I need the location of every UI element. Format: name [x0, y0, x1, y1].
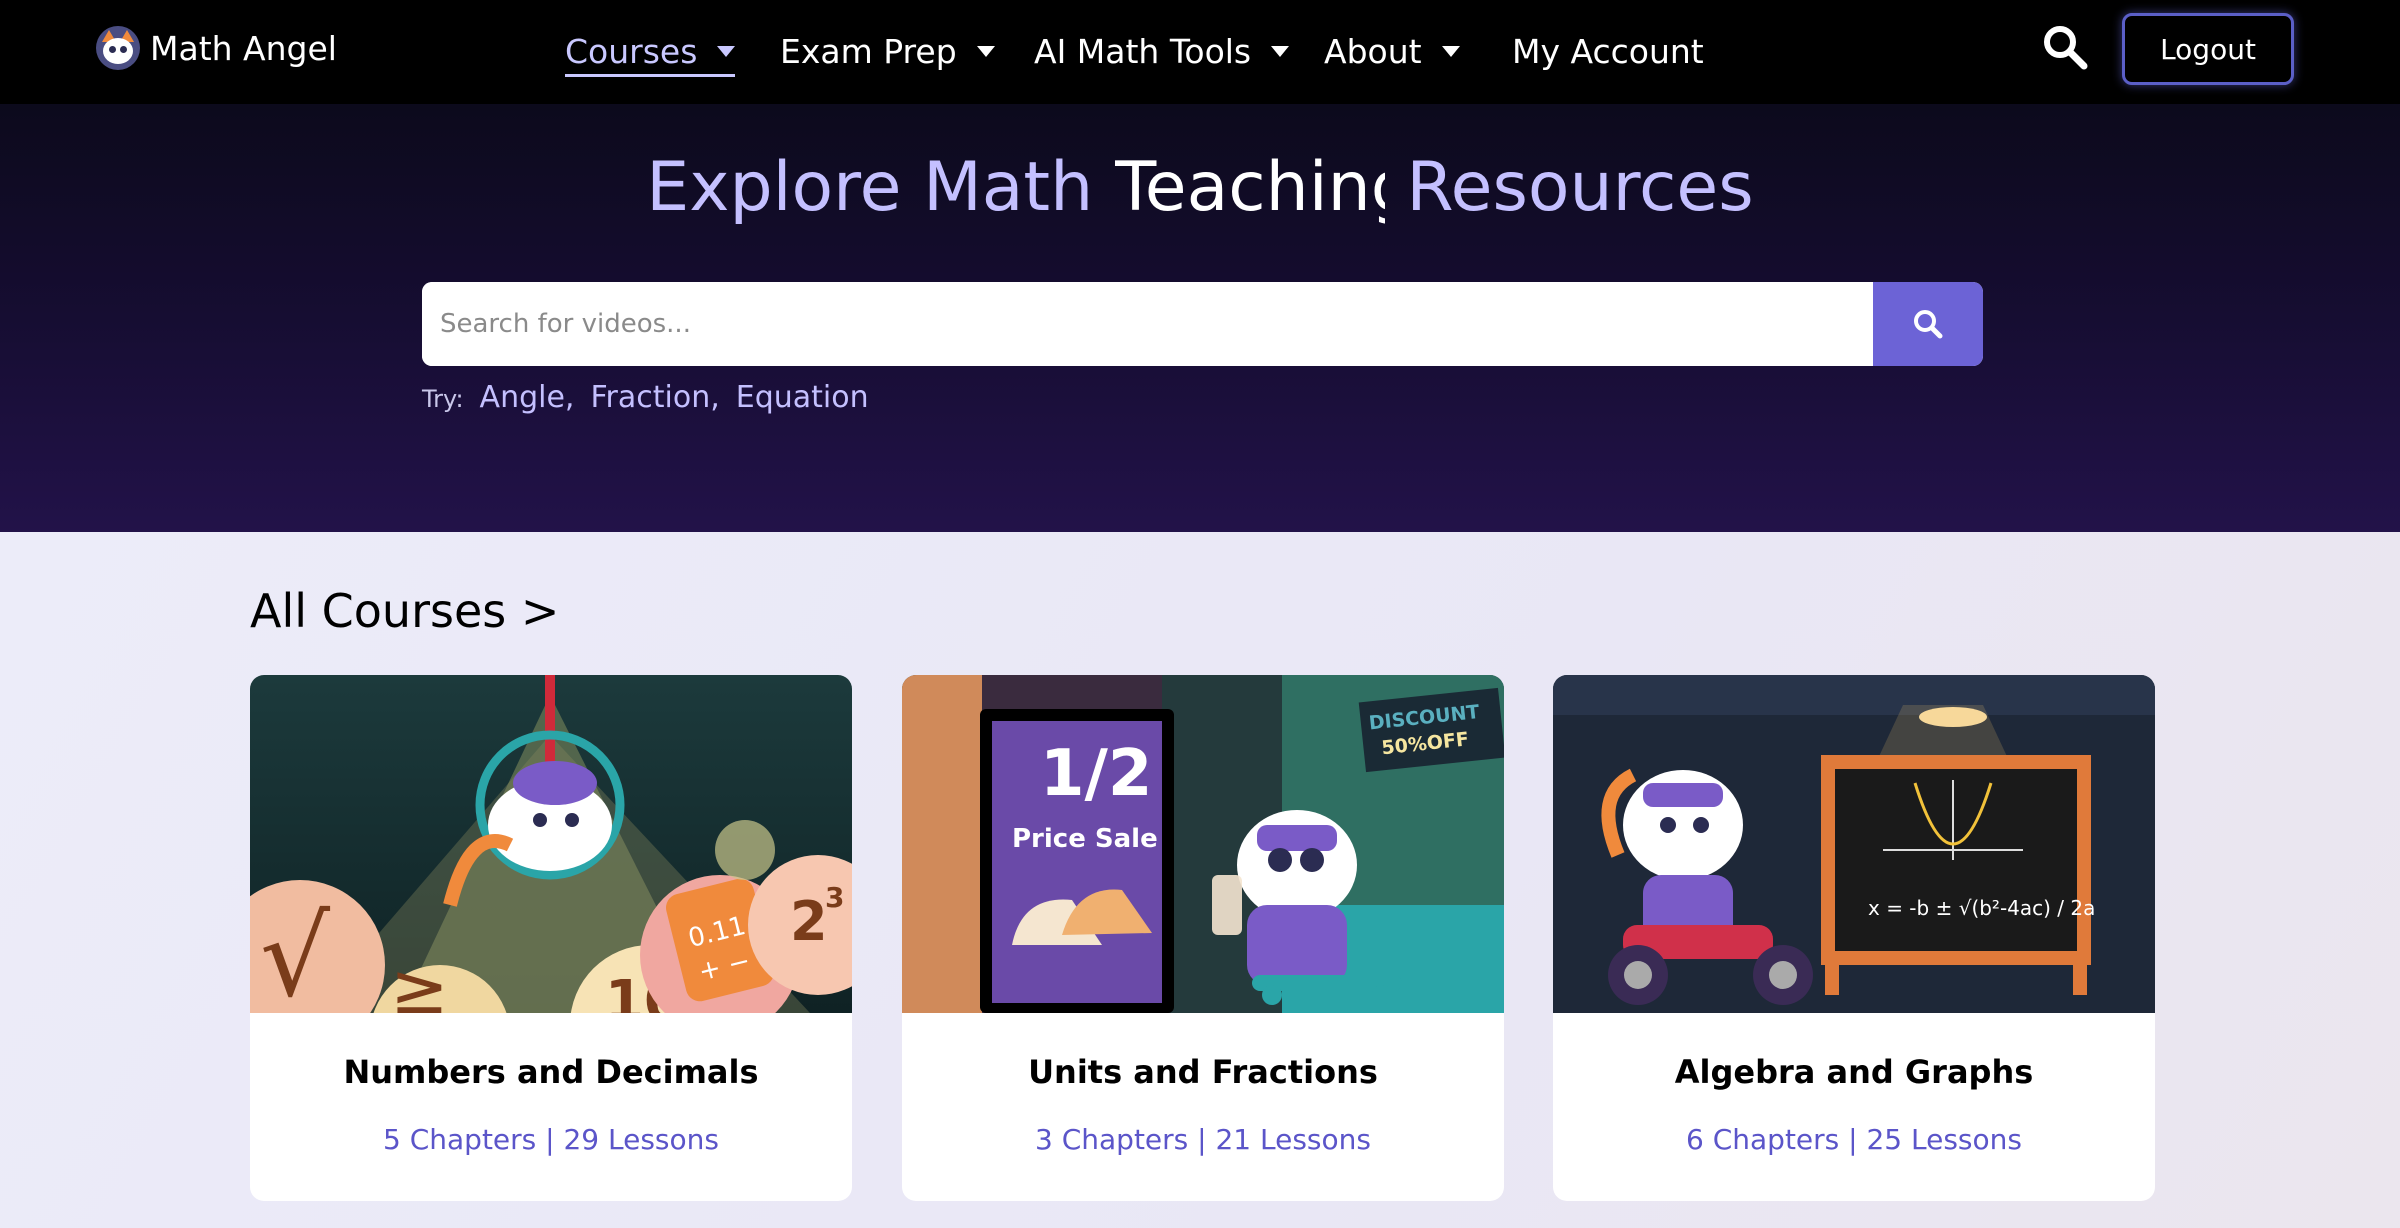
all-courses-link[interactable]: All Courses > — [250, 584, 559, 638]
chevron-down-icon — [717, 45, 736, 57]
cat-logo-icon — [96, 26, 140, 70]
courses-section: All Courses > √ ≥ 10 0.11 + − 2 3 Number… — [0, 532, 2400, 1228]
course-image-numbers-decimals: √ ≥ 10 0.11 + − 2 3 — [250, 675, 852, 1013]
image-text-fraction: 1/2 — [1040, 737, 1152, 811]
suggestion-angle[interactable]: Angle, — [480, 380, 575, 415]
course-meta: 3 Chapters | 21 Lessons — [1035, 1123, 1371, 1156]
course-card-algebra-graphs[interactable]: x = -b ± √(b²-4ac) / 2a Algebra and Grap… — [1553, 675, 2155, 1201]
hero-title-part1: Explore Math — [646, 148, 1094, 227]
top-navigation: Math Angel Courses Exam Prep AI Math Too… — [0, 0, 2400, 104]
logo[interactable]: Math Angel — [96, 26, 337, 70]
course-image-algebra-graphs: x = -b ± √(b²-4ac) / 2a — [1553, 675, 2155, 1013]
menu-ai-math-tools-label: AI Math Tools — [1034, 31, 1252, 71]
svg-text:3: 3 — [825, 881, 844, 914]
hero-title-part3: Resources — [1406, 148, 1754, 227]
menu-my-account[interactable]: My Account — [1512, 26, 1704, 76]
video-search-bar — [422, 282, 1983, 366]
try-label: Try: — [422, 385, 464, 413]
course-title: Algebra and Graphs — [1674, 1053, 2034, 1091]
course-image-units-fractions: 1/2 Price Sale DISCOUNT 50%OFF — [902, 675, 1504, 1013]
course-meta: 6 Chapters | 25 Lessons — [1686, 1123, 2022, 1156]
hero-title-animated-word: Teaching — [1114, 148, 1385, 227]
search-icon — [1914, 310, 1943, 339]
svg-text:2: 2 — [790, 890, 828, 953]
chevron-down-icon — [1441, 45, 1460, 57]
menu-exam-prep-label: Exam Prep — [780, 31, 957, 71]
course-card-units-fractions[interactable]: 1/2 Price Sale DISCOUNT 50%OFF Units and… — [902, 675, 1504, 1201]
menu-about-label: About — [1324, 31, 1422, 71]
course-card-numbers-decimals[interactable]: √ ≥ 10 0.11 + − 2 3 Numbers and Decimals… — [250, 675, 852, 1201]
search-button[interactable] — [1873, 282, 1983, 366]
menu-courses-label: Courses — [565, 31, 698, 71]
hero-title: Explore Math Teaching Resources — [0, 148, 2400, 227]
suggestion-equation[interactable]: Equation — [736, 380, 869, 415]
menu-courses[interactable]: Courses — [565, 26, 736, 77]
search-suggestions: Try: Angle, Fraction, Equation — [422, 380, 869, 415]
course-meta: 5 Chapters | 29 Lessons — [383, 1123, 719, 1156]
menu-ai-math-tools[interactable]: AI Math Tools — [1034, 26, 1290, 76]
logo-text: Math Angel — [150, 28, 337, 68]
course-title: Units and Fractions — [1028, 1053, 1378, 1091]
menu-about[interactable]: About — [1324, 26, 1460, 76]
search-input[interactable] — [422, 282, 1873, 366]
chevron-down-icon — [976, 45, 995, 57]
logout-button[interactable]: Logout — [2122, 13, 2294, 85]
image-text-formula: x = -b ± √(b²-4ac) / 2a — [1868, 896, 2095, 920]
image-text-sale: Price Sale — [1012, 824, 1158, 854]
suggestion-fraction[interactable]: Fraction, — [590, 380, 719, 415]
course-title: Numbers and Decimals — [343, 1053, 759, 1091]
menu-exam-prep[interactable]: Exam Prep — [780, 26, 995, 76]
search-icon[interactable] — [2040, 22, 2090, 72]
svg-text:√: √ — [260, 893, 331, 1013]
menu-my-account-label: My Account — [1512, 31, 1704, 71]
chevron-down-icon — [1271, 45, 1290, 57]
svg-text:≥: ≥ — [390, 948, 449, 1013]
hero-section: Explore Math Teaching Resources Try: Ang… — [0, 104, 2400, 532]
